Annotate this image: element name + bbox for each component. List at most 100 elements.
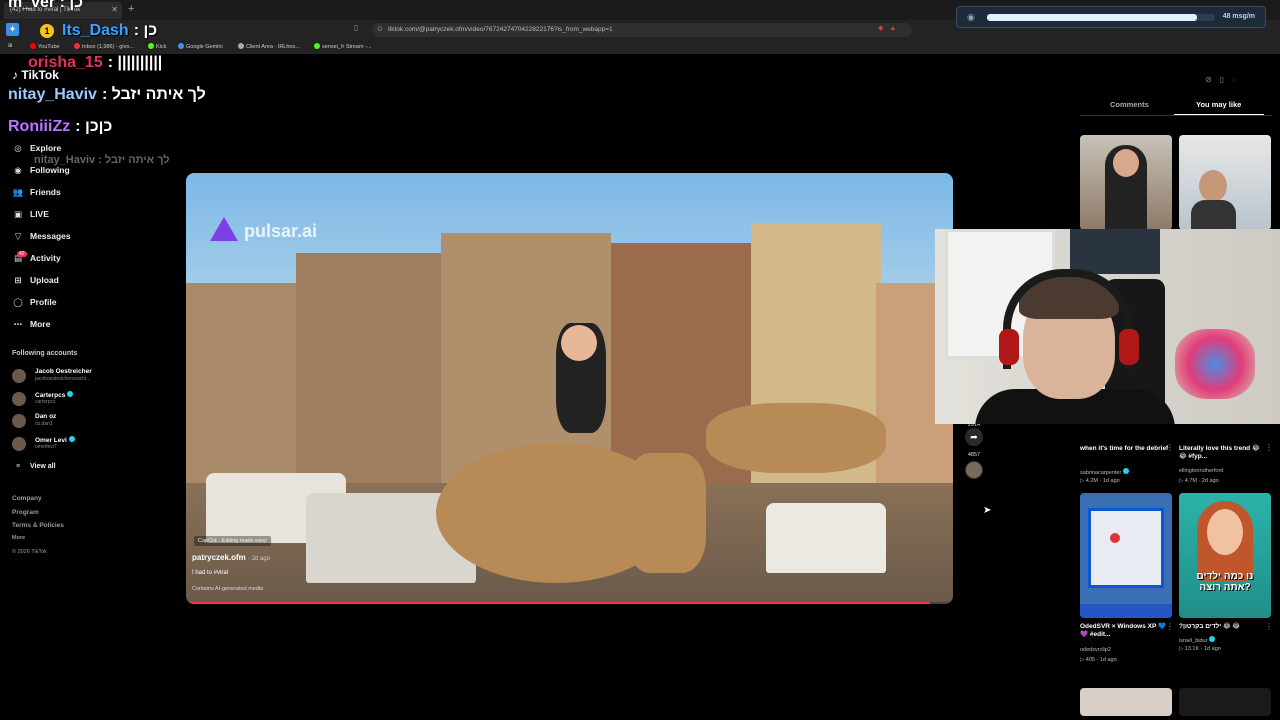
chat-username: nitay_Haviv: [8, 86, 97, 103]
recommended-thumbnail[interactable]: [1080, 493, 1172, 618]
card-title[interactable]: when it's time for the debrief: [1080, 445, 1168, 453]
streamer-webcam: [935, 229, 1280, 424]
webcam-background-poster: [1070, 229, 1160, 274]
video-caption[interactable]: I had to #viral: [192, 570, 228, 576]
card-meta: ▷ 4.7M · 2d ago: [1179, 478, 1219, 484]
account-name: Dan oz: [35, 413, 57, 420]
sidebar-item-label: Friends: [30, 187, 61, 197]
video-scene-camel: [626, 453, 706, 573]
sidebar-item-explore[interactable]: ◎ Explore: [12, 143, 61, 154]
bookmark-kick[interactable]: Kick: [148, 43, 166, 50]
subscriber-badge-icon: 1: [40, 24, 54, 38]
sidebar-item-label: Following: [30, 165, 70, 175]
new-tab-icon[interactable]: +: [128, 3, 134, 15]
verified-icon: [1209, 636, 1216, 642]
sidebar-item-messages[interactable]: ▽ Messages: [12, 231, 71, 242]
sidebar-item-upload[interactable]: ⊞ Upload: [12, 275, 58, 286]
footer-terms[interactable]: Terms & Policies: [12, 522, 64, 529]
copyright: © 2026 TikTok: [12, 549, 47, 555]
chat-speed-icon: ◉: [967, 12, 975, 22]
card-more-icon[interactable]: ⋮: [1265, 443, 1273, 452]
bookmark-manager-icon[interactable]: ▯: [354, 23, 358, 32]
sidebar-item-following[interactable]: ◉ Following: [12, 165, 70, 176]
view-all-link[interactable]: ≡ View all: [12, 463, 56, 470]
verified-icon: [68, 436, 75, 442]
video-scene-camel: [706, 403, 886, 473]
footer-company[interactable]: Company: [12, 495, 42, 502]
card-user[interactable]: ellingtonrutherford: [1179, 468, 1223, 474]
bookmark-gemini[interactable]: Google Gemini: [178, 43, 223, 50]
compass-icon: ◎: [14, 143, 22, 153]
url-field[interactable]: ⊙ tiktok.com/@patryczek.ofm/video/767242…: [372, 23, 912, 37]
sidebar-item-label: Messages: [30, 231, 71, 241]
sidebar-item-more[interactable]: ⋯ More: [12, 319, 51, 330]
chat-speed-text: 48 msg/m: [1222, 13, 1255, 20]
thumb-face: [1207, 509, 1243, 555]
bookmark-gmail[interactable]: Inbox (1,986) - givo...: [74, 43, 134, 50]
card-more-icon[interactable]: ⋮: [1265, 622, 1273, 631]
sidebar-item-profile[interactable]: ◯ Profile: [12, 297, 56, 308]
card-meta: ▷ 405 · 1d ago: [1080, 657, 1117, 663]
card-user[interactable]: odedsvrclip2: [1080, 647, 1111, 653]
thumb-face: [1199, 170, 1227, 202]
chat-text: ||||||||||: [117, 54, 163, 71]
sidebar-item-label: Activity: [30, 253, 61, 263]
card-more-icon[interactable]: ⋮: [1166, 622, 1174, 631]
recommended-thumbnail[interactable]: [1179, 135, 1271, 230]
bookmarks-bar: ⊞ YouTube Inbox (1,986) - givo... Kick G…: [0, 40, 1280, 54]
tiktok-logo[interactable]: ♪ TikTok: [12, 68, 59, 82]
bookmark-sensei[interactable]: sensei_fr Stream -...: [314, 43, 372, 50]
avatar: [12, 392, 26, 406]
thumb-figure: [1191, 200, 1236, 230]
video-author[interactable]: patryczek.ofm · 2d ago: [192, 553, 270, 562]
video-scene-car: [766, 503, 886, 573]
tab-close-icon[interactable]: ✕: [111, 5, 118, 14]
following-avatar-icon: ◉: [14, 165, 22, 175]
card-meta: ▷ 4.2M · 1d ago: [1080, 478, 1120, 484]
video-watermark: pulsar.ai: [210, 217, 317, 242]
card-title[interactable]: OdedSVR × Windows XP 💙 💜 #edit...: [1080, 623, 1168, 639]
tab-comments[interactable]: Comments: [1110, 100, 1149, 109]
share-icon[interactable]: ➦: [965, 428, 983, 446]
recommended-thumbnail[interactable]: [1080, 688, 1172, 716]
site-info-icon[interactable]: ⊙: [377, 25, 383, 33]
recommended-thumbnail[interactable]: [1080, 135, 1172, 230]
following-accounts-heading: Following accounts: [12, 350, 78, 357]
bookmark-client-area[interactable]: Client Area - IRLhos...: [238, 43, 300, 50]
card-title[interactable]: ?ילדים בקרטון 😂 😂: [1179, 623, 1240, 631]
card-more-icon[interactable]: ⋮: [1166, 443, 1174, 452]
url-text: tiktok.com/@patryczek.ofm/video/76724274…: [388, 26, 613, 33]
chat-text: לך איתה יזבל: [111, 86, 206, 103]
video-scene-rider: [561, 325, 597, 361]
card-user[interactable]: israel_bidur: [1179, 636, 1216, 644]
pulsar-logo-icon: [210, 217, 238, 241]
apps-grid-icon[interactable]: ⊞: [8, 43, 13, 49]
recommended-thumbnail[interactable]: [1179, 688, 1271, 716]
tab-you-may-like[interactable]: You may like: [1196, 100, 1241, 109]
sidebar-item-live[interactable]: ▣ LIVE: [12, 209, 49, 220]
chat-speed-widget: ◉ 48 msg/m: [956, 6, 1266, 28]
mouse-cursor-icon: ➤: [983, 505, 992, 516]
video-progress-bar[interactable]: [186, 602, 953, 604]
card-user[interactable]: sabrinacarpenter: [1080, 468, 1130, 476]
bookmark-youtube[interactable]: YouTube: [30, 43, 60, 50]
video-player[interactable]: pulsar.ai CapCut · Editing made easy pat…: [186, 173, 953, 604]
sidebar-item-friends[interactable]: 👥 Friends: [12, 187, 61, 198]
extension-icons[interactable]: ◆▲: [878, 24, 902, 32]
headset-earcup: [999, 329, 1019, 365]
card-title[interactable]: Literally love this trend 😂 😂 #fyp...: [1179, 445, 1267, 461]
creator-avatar[interactable]: [965, 461, 983, 479]
card-meta: ▷ 13.1K · 1d ago: [1179, 646, 1221, 652]
verified-icon: [67, 391, 74, 397]
recommended-thumbnail[interactable]: נו כמה ילדים אתה רוצה?: [1179, 493, 1271, 618]
dash-user-icon: ✦: [6, 23, 19, 36]
footer-program[interactable]: Program: [12, 509, 39, 516]
share-action[interactable]: 2914 ➦ 4857: [963, 422, 985, 479]
chat-username: RoniiiZz: [8, 118, 71, 135]
capcut-label[interactable]: CapCut · Editing made easy: [194, 536, 271, 546]
footer-more[interactable]: More: [12, 535, 25, 541]
avatar: [12, 437, 26, 451]
chat-message: RoniiiZz: כןכן: [8, 118, 113, 135]
tab-divider: [1080, 115, 1272, 116]
panel-header-icons[interactable]: ⊘▯◌: [1205, 75, 1245, 84]
